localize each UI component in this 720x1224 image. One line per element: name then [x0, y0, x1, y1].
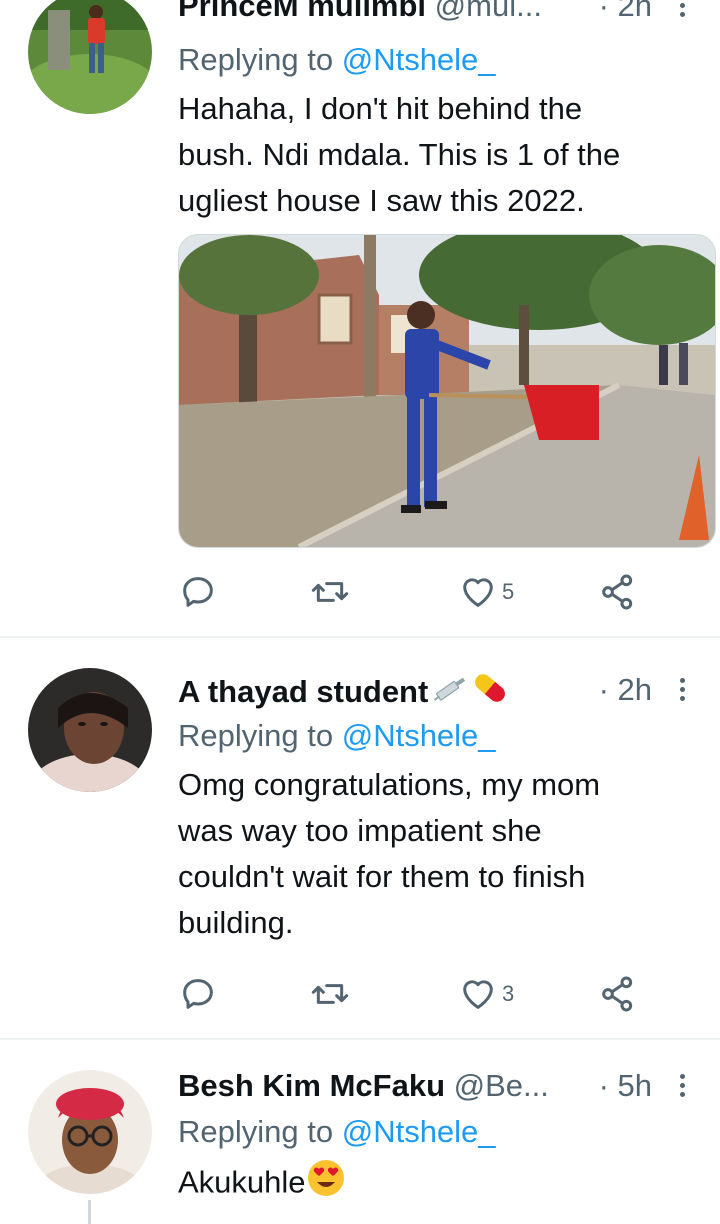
share-button[interactable]: [598, 971, 638, 1017]
like-count: 3: [502, 981, 515, 1006]
tweet-1[interactable]: PrinceM mulimbi @mul... · 2h Replying to…: [0, 0, 720, 636]
user-handle[interactable]: @Be...: [454, 1068, 549, 1103]
tweet-photo[interactable]: [178, 234, 716, 548]
share-icon: [602, 976, 633, 1012]
share-icon: [602, 574, 633, 610]
reply-button[interactable]: [178, 971, 218, 1017]
more-vertical-icon[interactable]: [680, 678, 688, 705]
retweet-icon: [311, 984, 349, 1004]
more-vertical-icon[interactable]: [680, 0, 688, 21]
user-handle[interactable]: @mul...: [435, 0, 542, 23]
replying-to: Replying to @Ntshele_: [178, 42, 496, 77]
share-button[interactable]: [598, 569, 638, 615]
tweet-actions: 3: [178, 971, 658, 1017]
display-name[interactable]: PrinceM mulimbi: [178, 0, 426, 23]
syringe-emoji: [430, 672, 470, 716]
more-vertical-icon[interactable]: [680, 1074, 688, 1101]
tweet-text: Omg congratulations, my mom was way too …: [178, 767, 601, 940]
avatar[interactable]: [28, 0, 152, 114]
avatar[interactable]: [28, 668, 152, 792]
like-count: 5: [502, 579, 515, 604]
display-name[interactable]: A thayad student: [178, 674, 428, 709]
pill-emoji: [470, 668, 510, 720]
tweet-header: Besh Kim McFaku @Be... · 5h: [178, 1064, 698, 1108]
replying-to: Replying to @Ntshele_: [178, 1114, 496, 1149]
heart-icon: [463, 980, 493, 1009]
heart-eyes-emoji: [306, 1158, 346, 1211]
tweet-actions: 5: [178, 569, 658, 615]
tweet-text: Hahaha, I don't hit behind the bush. Ndi…: [178, 91, 621, 218]
like-button[interactable]: 5: [458, 569, 514, 615]
avatar[interactable]: [28, 1070, 152, 1194]
display-name[interactable]: Besh Kim McFaku: [178, 1068, 445, 1103]
mention-link[interactable]: @Ntshele_: [342, 718, 496, 753]
reply-button[interactable]: [178, 569, 218, 615]
retweet-button[interactable]: [310, 971, 350, 1017]
mention-link[interactable]: @Ntshele_: [342, 42, 496, 77]
timestamp[interactable]: · 5h: [599, 1064, 652, 1108]
timestamp[interactable]: · 2h: [599, 0, 652, 28]
retweet-button[interactable]: [310, 569, 350, 615]
mention-link[interactable]: @Ntshele_: [342, 1114, 496, 1149]
tweet-header: A thayad student · 2h: [178, 668, 698, 712]
reply-icon: [183, 979, 213, 1009]
retweet-icon: [311, 582, 349, 602]
tweet-header: PrinceM mulimbi @mul... · 2h: [178, 0, 698, 28]
like-button[interactable]: 3: [458, 971, 514, 1017]
tweet-3[interactable]: Besh Kim McFaku @Be... · 5h Replying to …: [0, 1040, 720, 1224]
street-scene-image: [179, 235, 715, 547]
tweet-text: Akukuhle: [178, 1158, 698, 1211]
thread-line: [88, 1200, 91, 1224]
heart-icon: [463, 578, 493, 607]
timestamp[interactable]: · 2h: [599, 668, 652, 712]
tweet-2[interactable]: A thayad student · 2h Replying to @Ntshe…: [0, 638, 720, 1038]
replying-to: Replying to @Ntshele_: [178, 718, 496, 753]
reply-icon: [183, 577, 213, 607]
